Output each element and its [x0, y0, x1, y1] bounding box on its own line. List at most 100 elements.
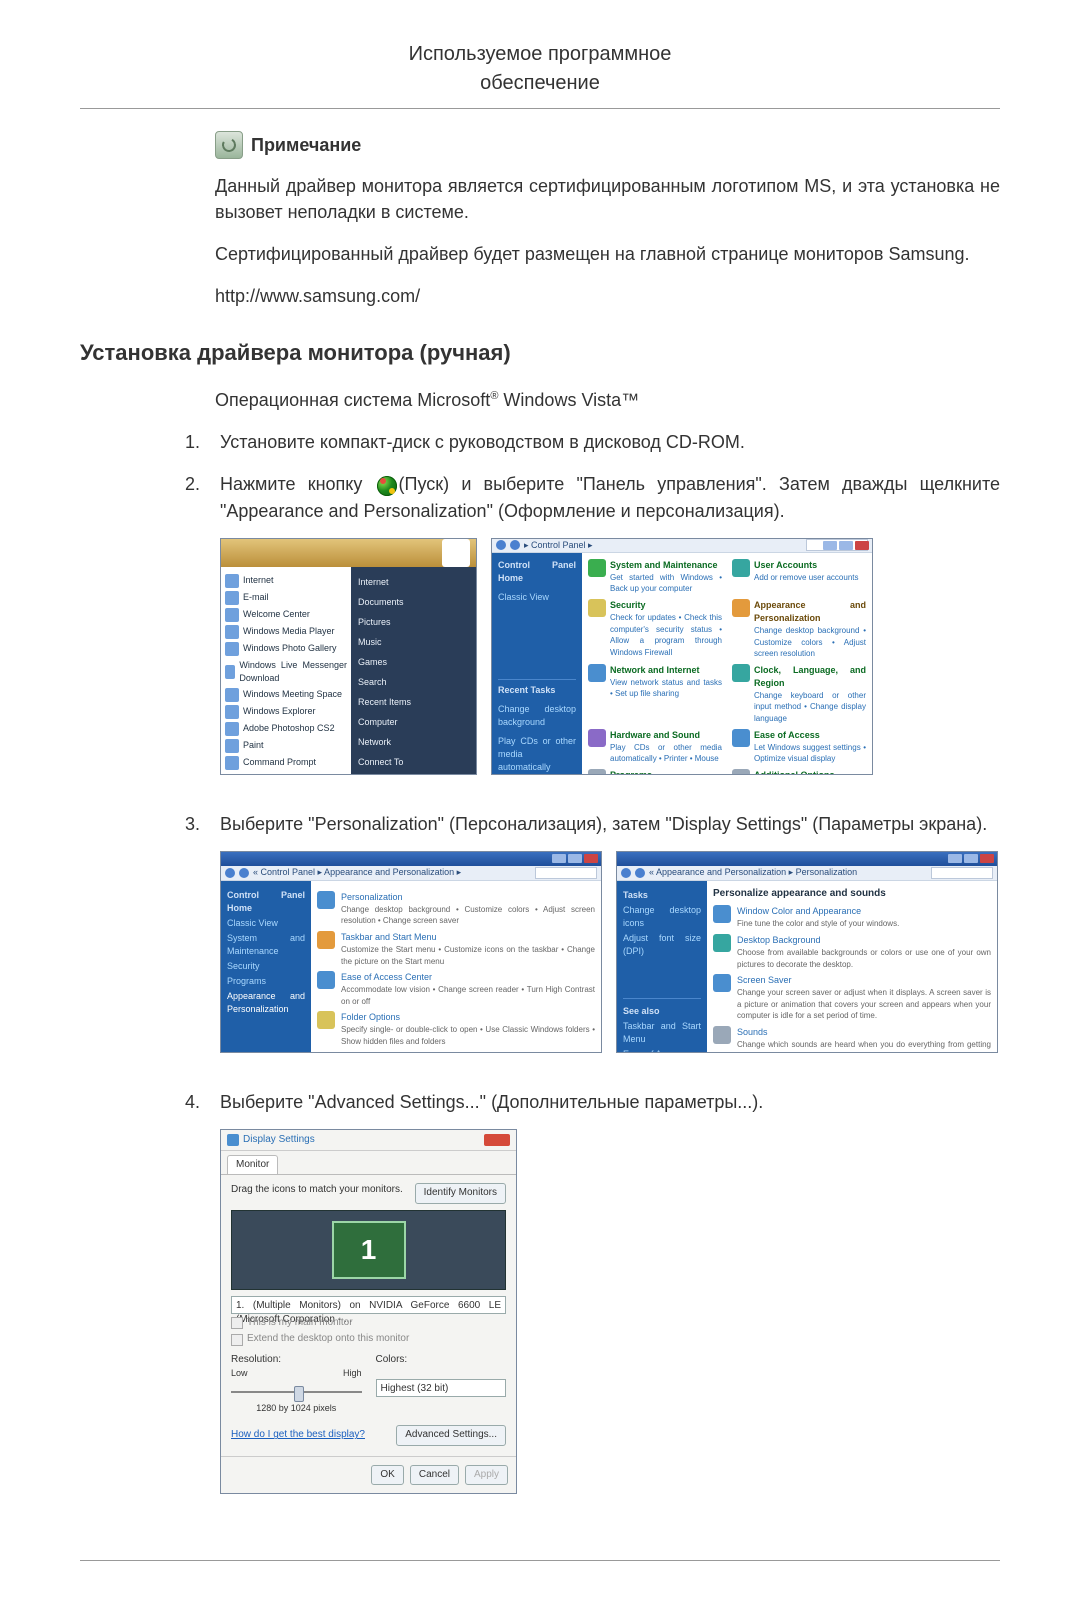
ap-item[interactable]: Fonts: [341, 1052, 422, 1053]
start-r-item[interactable]: Computer: [355, 714, 472, 731]
fwd-icon[interactable]: [239, 868, 249, 878]
start-item[interactable]: E-mail: [243, 591, 269, 604]
sb-link[interactable]: Programs: [227, 975, 305, 988]
start-r-item[interactable]: Pictures: [355, 614, 472, 631]
start-item[interactable]: Windows Explorer: [243, 705, 316, 718]
min-icon[interactable]: [823, 541, 837, 550]
pz-item[interactable]: Sounds: [737, 1026, 991, 1039]
cp-cat[interactable]: Additional Options: [754, 769, 835, 775]
start-item[interactable]: Windows Live Messenger Download: [239, 659, 347, 685]
back-icon[interactable]: [225, 868, 235, 878]
start-item[interactable]: Command Prompt: [243, 756, 316, 769]
classic-view-link[interactable]: Classic View: [498, 591, 576, 604]
min-icon[interactable]: [948, 854, 962, 863]
cp-sub[interactable]: View network status and tasks • Set up f…: [610, 677, 722, 700]
close-icon[interactable]: [584, 854, 598, 863]
cp-sub[interactable]: Get started with Windows • Back up your …: [610, 572, 722, 595]
min-icon[interactable]: [552, 854, 566, 863]
cp-cat[interactable]: Clock, Language, and Region: [754, 664, 866, 690]
pz-item[interactable]: Screen Saver: [737, 974, 991, 987]
fwd-icon[interactable]: [510, 540, 520, 550]
checkbox[interactable]: [231, 1317, 243, 1329]
recent-link[interactable]: Play CDs or other media automatically: [498, 735, 576, 774]
checkbox[interactable]: [231, 1334, 243, 1346]
sb-link[interactable]: Change desktop icons: [623, 904, 701, 930]
monitor-arrangement[interactable]: 1: [231, 1210, 506, 1290]
start-item[interactable]: Welcome Center: [243, 608, 310, 621]
ap-item[interactable]: Folder Options: [341, 1011, 595, 1024]
breadcrumb[interactable]: « Control Panel ▸ Appearance and Persona…: [253, 866, 461, 879]
close-icon[interactable]: [484, 1134, 510, 1146]
sb-link[interactable]: Adjust font size (DPI): [623, 932, 701, 958]
monitor-select[interactable]: 1. (Multiple Monitors) on NVIDIA GeForce…: [231, 1296, 506, 1314]
back-icon[interactable]: [621, 868, 631, 878]
start-item[interactable]: Internet: [243, 574, 274, 587]
start-item[interactable]: Adobe Photoshop CS2: [243, 722, 335, 735]
start-r-item[interactable]: Network: [355, 734, 472, 751]
cp-sub[interactable]: Play CDs or other media automatically • …: [610, 742, 722, 765]
ap-item-personalization[interactable]: Personalization: [341, 891, 595, 904]
breadcrumb[interactable]: « Appearance and Personalization ▸ Perso…: [649, 866, 857, 879]
ap-sub[interactable]: Change desktop background • Customize co…: [341, 904, 595, 927]
pz-item[interactable]: Desktop Background: [737, 934, 991, 947]
cancel-button[interactable]: Cancel: [410, 1465, 459, 1486]
start-r-item[interactable]: Internet: [355, 574, 472, 591]
max-icon[interactable]: [568, 854, 582, 863]
start-r-item[interactable]: Recent Items: [355, 694, 472, 711]
start-r-item[interactable]: Search: [355, 674, 472, 691]
max-icon[interactable]: [839, 541, 853, 550]
see-link[interactable]: Taskbar and Start Menu: [623, 1020, 701, 1046]
search-input[interactable]: [535, 867, 597, 879]
cp-cat[interactable]: Network and Internet: [610, 664, 722, 677]
start-r-item[interactable]: Music: [355, 634, 472, 651]
close-icon[interactable]: [855, 541, 869, 550]
colors-select[interactable]: Highest (32 bit): [376, 1379, 507, 1397]
fwd-icon[interactable]: [635, 868, 645, 878]
cp-sub[interactable]: Change desktop background • Customize co…: [754, 625, 866, 660]
ap-sub[interactable]: Accommodate low vision • Change screen r…: [341, 984, 595, 1007]
recent-link[interactable]: Change desktop background: [498, 703, 576, 729]
cp-cat-appearance[interactable]: Appearance and Personalization: [754, 599, 866, 625]
start-r-item[interactable]: Connect To: [355, 754, 472, 771]
ap-item[interactable]: Ease of Access Center: [341, 971, 595, 984]
search-input[interactable]: [931, 867, 993, 879]
start-item[interactable]: Paint: [243, 739, 264, 752]
cp-sub[interactable]: Let Windows suggest settings • Optimize …: [754, 742, 866, 765]
start-r-item[interactable]: Games: [355, 654, 472, 671]
cp-cat[interactable]: System and Maintenance: [610, 559, 722, 572]
cp-cat[interactable]: User Accounts: [754, 559, 859, 572]
resolution-slider[interactable]: [231, 1384, 362, 1400]
cp-sub[interactable]: Check for updates • Check this computer'…: [610, 612, 722, 658]
cp-cat[interactable]: Hardware and Sound: [610, 729, 722, 742]
see-link[interactable]: Ease of Access: [623, 1048, 701, 1053]
sb-link[interactable]: System and Maintenance: [227, 932, 305, 958]
apply-button[interactable]: Apply: [465, 1465, 508, 1486]
help-link[interactable]: How do I get the best display?: [231, 1428, 365, 1443]
classic-link[interactable]: Classic View: [227, 917, 305, 930]
breadcrumb[interactable]: ▸ Control Panel ▸: [524, 539, 593, 552]
cp-cat[interactable]: Ease of Access: [754, 729, 866, 742]
cp-cat[interactable]: Programs: [610, 769, 722, 775]
cp-cat[interactable]: Security: [610, 599, 722, 612]
cp-sub[interactable]: Change keyboard or other input method • …: [754, 690, 866, 725]
advanced-settings-button[interactable]: Advanced Settings...: [396, 1425, 506, 1446]
start-item[interactable]: Windows Media Player: [243, 625, 335, 638]
ap-sub[interactable]: Customize the Start menu • Customize ico…: [341, 944, 595, 967]
samsung-url[interactable]: http://www.samsung.com/: [215, 286, 420, 306]
start-item[interactable]: Windows Meeting Space: [243, 688, 342, 701]
start-item[interactable]: Windows Photo Gallery: [243, 642, 337, 655]
pz-item[interactable]: Window Color and Appearance: [737, 905, 899, 918]
start-r-item[interactable]: Documents: [355, 594, 472, 611]
monitor-1-icon[interactable]: 1: [332, 1221, 406, 1279]
sb-link-selected[interactable]: Appearance and Personalization: [227, 990, 305, 1016]
ap-sub[interactable]: Specify single- or double-click to open …: [341, 1024, 595, 1047]
identify-monitors-button[interactable]: Identify Monitors: [415, 1183, 506, 1204]
tab-monitor[interactable]: Monitor: [227, 1155, 278, 1175]
close-icon[interactable]: [980, 854, 994, 863]
ap-item[interactable]: Taskbar and Start Menu: [341, 931, 595, 944]
start-r-control-panel[interactable]: Control Panel: [355, 774, 472, 775]
sb-link[interactable]: Security: [227, 960, 305, 973]
back-icon[interactable]: [496, 540, 506, 550]
cp-sub[interactable]: Add or remove user accounts: [754, 572, 859, 584]
max-icon[interactable]: [964, 854, 978, 863]
